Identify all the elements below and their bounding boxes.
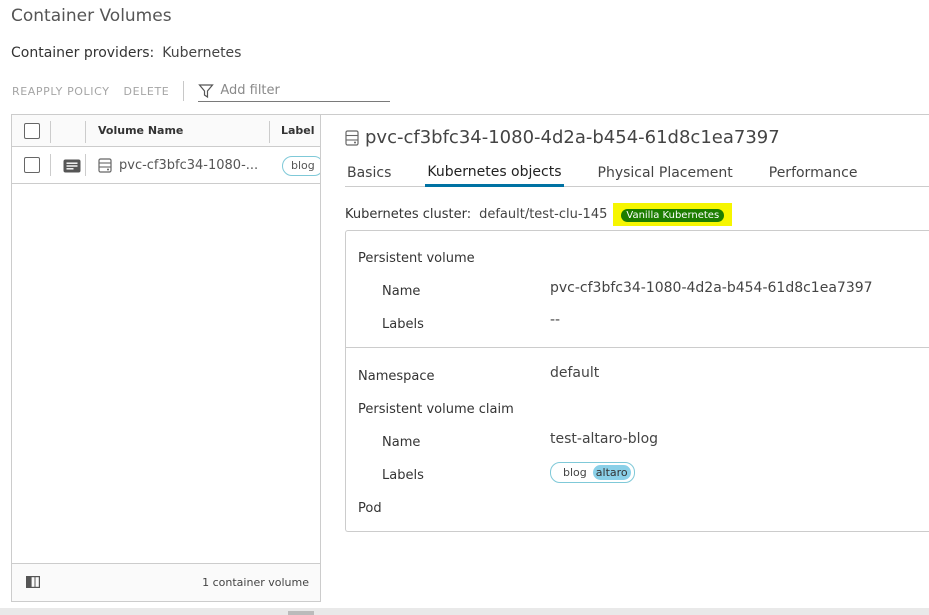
persistent-volume-heading: Persistent volume [358,251,475,266]
providers-label: Container providers: [11,45,155,61]
cluster-badge-highlight: Vanilla Kubernetes [613,203,733,226]
page-title: Container Volumes [11,6,172,26]
detail-pane: pvc-cf3bfc34-1080-4d2a-b454-61d8c1ea7397… [320,114,929,602]
select-all-checkbox[interactable] [24,123,40,139]
pv-labels-value: -- [550,312,561,328]
pv-name-label: Name [382,284,421,299]
tab-kubernetes-objects[interactable]: Kubernetes objects [425,159,564,187]
cluster-label: Kubernetes cluster: [345,207,472,222]
pvc-name-label: Name [382,435,421,450]
toolbar: REAPPLY POLICY DELETE [12,80,391,102]
container-providers: Container providers: Kubernetes [11,45,241,61]
column-header-label[interactable]: Label [281,124,315,137]
row-detail-icon[interactable] [63,159,81,173]
column-toggle-icon[interactable] [26,576,40,588]
providers-value[interactable]: Kubernetes [162,45,241,61]
kubernetes-cluster: Kubernetes cluster: default/test-clu-145… [345,203,733,226]
cluster-type-badge: Vanilla Kubernetes [621,209,725,222]
pv-labels-label: Labels [382,317,424,332]
grid-header: Volume Name Label [12,115,321,147]
detail-title-text: pvc-cf3bfc34-1080-4d2a-b454-61d8c1ea7397 [365,127,780,148]
volume-grid: Volume Name Label pvc-cf3bfc34-1080-... … [11,114,324,602]
filter-input[interactable] [220,83,381,98]
column-header-volume-name[interactable]: Volume Name [98,124,183,137]
tab-basics[interactable]: Basics [345,159,393,187]
label-pill: blog [282,156,324,176]
column-divider [50,121,51,143]
pod-label: Pod [358,501,382,516]
pv-name-value: pvc-cf3bfc34-1080-4d2a-b454-61d8c1ea7397 [550,280,873,296]
delete-button[interactable]: DELETE [124,85,170,98]
column-divider [85,121,86,143]
pvc-label-pill: blog altaro [550,462,635,483]
detail-title: pvc-cf3bfc34-1080-4d2a-b454-61d8c1ea7397 [345,127,780,148]
filter-box[interactable] [198,80,391,102]
pvc-labels-label: Labels [382,468,424,483]
table-row[interactable]: pvc-cf3bfc34-1080-... blog [12,148,324,184]
grid-footer: 1 container volume [12,563,321,601]
reapply-policy-button[interactable]: REAPPLY POLICY [12,85,110,98]
volume-icon [345,129,359,146]
volume-icon [98,158,112,173]
cluster-value: default/test-clu-145 [479,207,608,222]
persistent-volume-claim-heading: Persistent volume claim [358,402,514,417]
volume-name-link[interactable]: pvc-cf3bfc34-1080-... [119,158,258,173]
namespace-label: Namespace [358,369,435,384]
column-divider [85,154,86,176]
detail-tabs: Basics Kubernetes objects Physical Place… [345,159,929,187]
tab-performance[interactable]: Performance [767,159,860,187]
tab-physical-placement[interactable]: Physical Placement [596,159,735,187]
horizontal-scrollbar[interactable] [0,608,929,615]
column-divider [50,154,51,176]
filter-icon [198,83,215,98]
namespace-value: default [550,365,600,381]
card-divider [346,347,929,348]
toolbar-divider [183,81,185,101]
pvc-name-value: test-altaro-blog [550,431,659,447]
kubernetes-objects-card: Persistent volume Name pvc-cf3bfc34-1080… [345,230,929,532]
volume-count: 1 container volume [202,576,309,589]
pvc-label-key: blog [563,466,587,479]
pvc-label-value: altaro [592,465,631,480]
column-divider [269,121,270,143]
row-checkbox[interactable] [24,157,40,173]
scrollbar-thumb[interactable] [288,611,314,615]
